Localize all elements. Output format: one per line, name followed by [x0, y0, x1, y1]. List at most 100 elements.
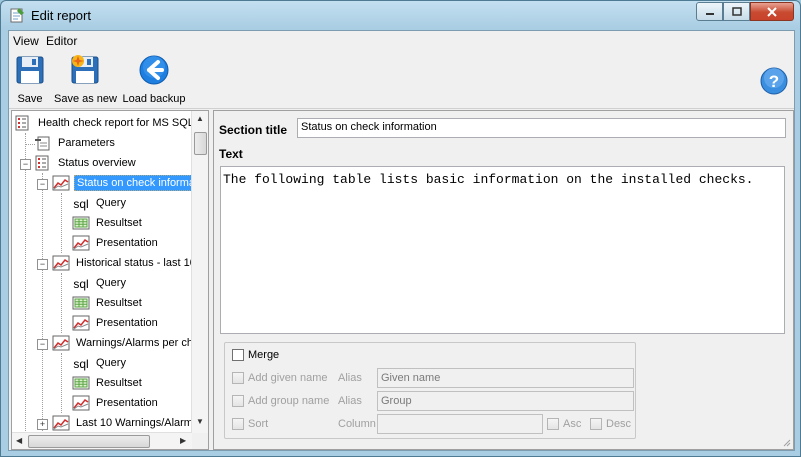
chart-icon: [52, 415, 70, 431]
tree-node-query[interactable]: sql Query: [72, 354, 128, 372]
add-given-name-label: Add given name: [248, 372, 328, 384]
collapse-icon[interactable]: −: [37, 259, 48, 270]
minimize-button[interactable]: [696, 2, 723, 21]
svg-text:sql: sql: [73, 357, 88, 371]
menu-view[interactable]: View: [13, 34, 39, 48]
maximize-button[interactable]: [723, 2, 750, 21]
asc-label: Asc: [563, 418, 582, 430]
tree-node-presentation[interactable]: Presentation: [72, 234, 160, 252]
tree-node-status-overview[interactable]: Status overview: [34, 154, 138, 172]
tree-node-presentation[interactable]: Presentation: [72, 394, 160, 412]
save-as-new-button[interactable]: Save as new: [54, 54, 117, 105]
tree-node-query[interactable]: sql Query: [72, 274, 128, 292]
window-title: Edit report: [31, 8, 91, 23]
tree-node-parameters[interactable]: Parameters: [34, 134, 117, 152]
merge-checkbox[interactable]: [232, 349, 244, 361]
tree-vertical-scrollbar[interactable]: ▲ ▼: [191, 111, 208, 433]
group-input[interactable]: Group: [377, 391, 634, 411]
notepad-icon: [10, 8, 24, 23]
save-as-new-icon: [71, 55, 99, 84]
sql-icon: sql: [72, 276, 90, 291]
tree-node-root[interactable]: Health check report for MS SQL S: [14, 114, 192, 132]
sort-checkbox[interactable]: [232, 418, 244, 430]
tree-node-label: Resultset: [96, 377, 142, 389]
tree-node-label: Resultset: [96, 217, 142, 229]
add-group-name-checkbox[interactable]: [232, 395, 244, 407]
chart-icon: [52, 255, 70, 271]
scroll-up-icon[interactable]: ▲: [196, 114, 204, 123]
svg-text:?: ?: [769, 72, 779, 91]
section-title-label: Section title: [219, 123, 288, 137]
scroll-right-icon[interactable]: ▶: [180, 436, 186, 445]
client-area: View Editor Save Save as new Load backup…: [8, 30, 795, 451]
add-given-name-checkbox[interactable]: [232, 372, 244, 384]
asc-checkbox[interactable]: [547, 418, 559, 430]
section-text-area[interactable]: The following table lists basic informat…: [220, 166, 785, 334]
alias-label: Alias: [338, 372, 362, 384]
report-tree[interactable]: Health check report for MS SQL S Paramet…: [11, 110, 209, 450]
tree-node-label: Resultset: [96, 297, 142, 309]
tree-line: [61, 353, 62, 413]
tree-node-presentation[interactable]: Presentation: [72, 314, 160, 332]
sql-icon: sql: [72, 356, 90, 371]
scroll-thumb[interactable]: [28, 435, 150, 448]
tree-line: [61, 273, 62, 333]
collapse-icon[interactable]: −: [20, 159, 31, 170]
alias-label: Alias: [338, 395, 362, 407]
load-backup-button[interactable]: Load backup: [122, 54, 186, 105]
tree-node-section[interactable]: Historical status - last 10: [52, 254, 192, 272]
table-icon: [72, 376, 90, 390]
chart-icon: [72, 315, 90, 331]
chart-icon: [52, 335, 70, 351]
save-as-new-label: Save as new: [54, 93, 117, 105]
text-label: Text: [219, 147, 243, 161]
collapse-icon[interactable]: −: [37, 179, 48, 190]
close-button[interactable]: [750, 2, 794, 21]
tree-node-label: Query: [96, 197, 126, 209]
tree-node-section[interactable]: Last 10 Warnings/Alarm: [52, 414, 192, 432]
parameters-icon: [35, 136, 50, 151]
chart-icon: [72, 235, 90, 251]
desc-checkbox[interactable]: [590, 418, 602, 430]
load-backup-label: Load backup: [122, 93, 186, 105]
section-detail-panel: Section title Status on check informatio…: [213, 110, 794, 450]
help-icon[interactable]: ?: [760, 67, 788, 95]
menu-editor[interactable]: Editor: [46, 34, 77, 48]
sql-icon: sql: [72, 196, 90, 211]
report-icon: [35, 155, 49, 171]
tree-line: [25, 133, 26, 433]
svg-text:sql: sql: [73, 277, 88, 291]
tree-node-label: Query: [96, 277, 126, 289]
given-name-input[interactable]: Given name: [377, 368, 634, 388]
tree-line: [61, 193, 62, 253]
scroll-down-icon[interactable]: ▼: [196, 417, 204, 426]
expand-icon[interactable]: +: [37, 419, 48, 430]
scroll-thumb[interactable]: [194, 132, 207, 155]
tree-node-section[interactable]: Status on check informa: [52, 174, 192, 192]
tree-horizontal-scrollbar[interactable]: ◀ ▶: [12, 432, 192, 449]
save-button[interactable]: Save: [12, 54, 48, 105]
tree-node-resultset[interactable]: Resultset: [72, 374, 144, 392]
tree-node-section[interactable]: Warnings/Alarms per ch: [52, 334, 192, 352]
merge-options-group: Merge Add given name Alias Given name Ad…: [224, 342, 636, 439]
tree-node-label: Presentation: [96, 397, 158, 409]
merge-label: Merge: [248, 349, 280, 361]
chart-icon: [52, 175, 70, 191]
desc-label: Desc: [606, 418, 632, 430]
resize-grip-icon[interactable]: [781, 437, 791, 447]
tree-line: [42, 173, 43, 433]
section-title-input[interactable]: Status on check information: [297, 118, 786, 138]
tree-node-label: Historical status - last 10: [76, 257, 192, 269]
scroll-left-icon[interactable]: ◀: [16, 436, 22, 445]
tree-node-resultset[interactable]: Resultset: [72, 214, 144, 232]
tree-node-label: Parameters: [58, 137, 115, 149]
table-icon: [72, 216, 90, 230]
tree-node-resultset[interactable]: Resultset: [72, 294, 144, 312]
tree-node-label: Last 10 Warnings/Alarm: [76, 417, 192, 429]
title-bar[interactable]: Edit report: [1, 1, 800, 31]
tree-node-query[interactable]: sql Query: [72, 194, 128, 212]
sort-column-input[interactable]: [377, 414, 543, 434]
collapse-icon[interactable]: −: [37, 339, 48, 350]
minimize-icon: [705, 12, 714, 15]
tree-node-label: Status on check informa: [74, 175, 192, 191]
